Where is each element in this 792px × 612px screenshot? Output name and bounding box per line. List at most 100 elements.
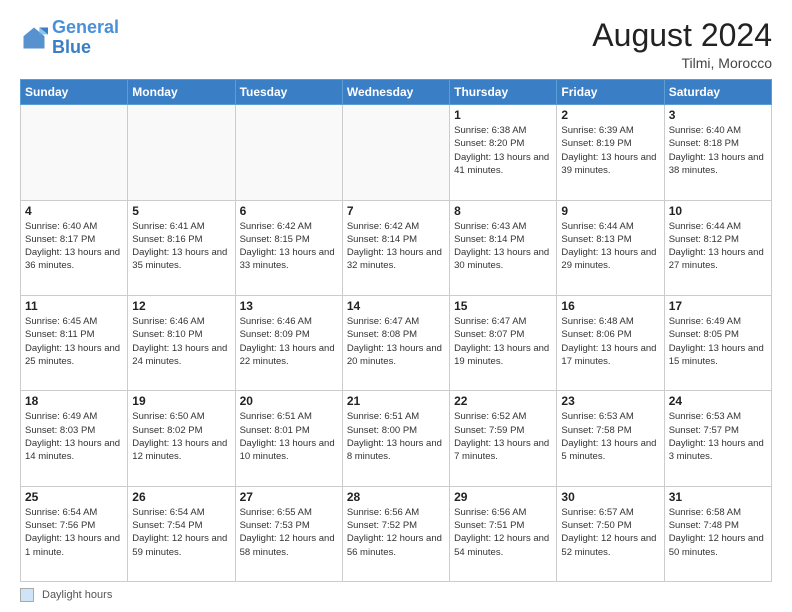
day-number: 2 [561, 108, 659, 122]
day-cell: 7 Sunrise: 6:42 AM Sunset: 8:14 PM Daylig… [342, 200, 449, 295]
logo-icon [20, 24, 48, 52]
day-info: Sunrise: 6:38 AM Sunset: 8:20 PM Dayligh… [454, 124, 552, 177]
day-info: Sunrise: 6:43 AM Sunset: 8:14 PM Dayligh… [454, 220, 552, 273]
day-number: 19 [132, 394, 230, 408]
day-cell: 1Sunrise: 6:38 AM Sunset: 8:20 PM Daylig… [450, 105, 557, 200]
day-cell: 11 Sunrise: 6:45 AM Sunset: 8:11 PM Dayli… [21, 295, 128, 390]
day-number: 28 [347, 490, 445, 504]
day-info: Sunrise: 6:52 AM Sunset: 7:59 PM Dayligh… [454, 410, 552, 463]
day-number: 16 [561, 299, 659, 313]
day-cell: 15 Sunrise: 6:47 AM Sunset: 8:07 PM Dayli… [450, 295, 557, 390]
day-cell: 13 Sunrise: 6:46 AM Sunset: 8:09 PM Dayli… [235, 295, 342, 390]
day-cell: 14 Sunrise: 6:47 AM Sunset: 8:08 PM Dayli… [342, 295, 449, 390]
day-info: Sunrise: 6:58 AM Sunset: 7:48 PM Dayligh… [669, 506, 767, 559]
day-number: 3 [669, 108, 767, 122]
location: Tilmi, Morocco [592, 55, 772, 71]
day-number: 29 [454, 490, 552, 504]
legend-label: Daylight hours [42, 589, 112, 601]
day-cell: 18Sunrise: 6:49 AM Sunset: 8:03 PM Dayli… [21, 391, 128, 486]
day-info: Sunrise: 6:54 AM Sunset: 7:54 PM Dayligh… [132, 506, 230, 559]
week-row-2: 4 Sunrise: 6:40 AM Sunset: 8:17 PM Daylig… [21, 200, 772, 295]
day-info: Sunrise: 6:50 AM Sunset: 8:02 PM Dayligh… [132, 410, 230, 463]
day-info: Sunrise: 6:47 AM Sunset: 8:07 PM Dayligh… [454, 315, 552, 368]
calendar: SundayMondayTuesdayWednesdayThursdayFrid… [20, 79, 772, 582]
day-number: 15 [454, 299, 552, 313]
col-header-sunday: Sunday [21, 80, 128, 105]
day-cell: 4 Sunrise: 6:40 AM Sunset: 8:17 PM Daylig… [21, 200, 128, 295]
week-row-1: 1Sunrise: 6:38 AM Sunset: 8:20 PM Daylig… [21, 105, 772, 200]
day-cell: 6Sunrise: 6:42 AM Sunset: 8:15 PM Daylig… [235, 200, 342, 295]
day-info: Sunrise: 6:54 AM Sunset: 7:56 PM Dayligh… [25, 506, 123, 559]
day-info: Sunrise: 6:57 AM Sunset: 7:50 PM Dayligh… [561, 506, 659, 559]
week-row-3: 11 Sunrise: 6:45 AM Sunset: 8:11 PM Dayli… [21, 295, 772, 390]
day-info: Sunrise: 6:40 AM Sunset: 8:18 PM Dayligh… [669, 124, 767, 177]
day-info: Sunrise: 6:42 AM Sunset: 8:15 PM Dayligh… [240, 220, 338, 273]
day-number: 22 [454, 394, 552, 408]
col-header-monday: Monday [128, 80, 235, 105]
month-year: August 2024 [592, 18, 772, 53]
day-cell: 21Sunrise: 6:51 AM Sunset: 8:00 PM Dayli… [342, 391, 449, 486]
day-cell: 8 Sunrise: 6:43 AM Sunset: 8:14 PM Daylig… [450, 200, 557, 295]
day-cell: 9 Sunrise: 6:44 AM Sunset: 8:13 PM Daylig… [557, 200, 664, 295]
header-row: SundayMondayTuesdayWednesdayThursdayFrid… [21, 80, 772, 105]
day-cell [235, 105, 342, 200]
legend-box [20, 588, 34, 602]
day-number: 31 [669, 490, 767, 504]
day-info: Sunrise: 6:42 AM Sunset: 8:14 PM Dayligh… [347, 220, 445, 273]
day-number: 21 [347, 394, 445, 408]
day-info: Sunrise: 6:56 AM Sunset: 7:51 PM Dayligh… [454, 506, 552, 559]
day-number: 13 [240, 299, 338, 313]
day-cell: 26Sunrise: 6:54 AM Sunset: 7:54 PM Dayli… [128, 486, 235, 581]
day-info: Sunrise: 6:53 AM Sunset: 7:58 PM Dayligh… [561, 410, 659, 463]
day-cell [128, 105, 235, 200]
header: General Blue August 2024 Tilmi, Morocco [20, 18, 772, 71]
day-cell: 3 Sunrise: 6:40 AM Sunset: 8:18 PM Daylig… [664, 105, 771, 200]
day-number: 14 [347, 299, 445, 313]
day-cell: 31 Sunrise: 6:58 AM Sunset: 7:48 PM Dayli… [664, 486, 771, 581]
day-info: Sunrise: 6:39 AM Sunset: 8:19 PM Dayligh… [561, 124, 659, 177]
day-info: Sunrise: 6:51 AM Sunset: 8:01 PM Dayligh… [240, 410, 338, 463]
day-cell: 16Sunrise: 6:48 AM Sunset: 8:06 PM Dayli… [557, 295, 664, 390]
day-info: Sunrise: 6:44 AM Sunset: 8:13 PM Dayligh… [561, 220, 659, 273]
day-number: 10 [669, 204, 767, 218]
day-number: 9 [561, 204, 659, 218]
week-row-4: 18Sunrise: 6:49 AM Sunset: 8:03 PM Dayli… [21, 391, 772, 486]
day-info: Sunrise: 6:45 AM Sunset: 8:11 PM Dayligh… [25, 315, 123, 368]
day-info: Sunrise: 6:44 AM Sunset: 8:12 PM Dayligh… [669, 220, 767, 273]
day-number: 17 [669, 299, 767, 313]
legend: Daylight hours [20, 588, 772, 602]
day-number: 11 [25, 299, 123, 313]
day-cell: 2 Sunrise: 6:39 AM Sunset: 8:19 PM Daylig… [557, 105, 664, 200]
day-cell: 24Sunrise: 6:53 AM Sunset: 7:57 PM Dayli… [664, 391, 771, 486]
col-header-tuesday: Tuesday [235, 80, 342, 105]
day-number: 30 [561, 490, 659, 504]
calendar-table: SundayMondayTuesdayWednesdayThursdayFrid… [20, 79, 772, 582]
day-cell: 30 Sunrise: 6:57 AM Sunset: 7:50 PM Dayli… [557, 486, 664, 581]
week-row-5: 25 Sunrise: 6:54 AM Sunset: 7:56 PM Dayli… [21, 486, 772, 581]
day-cell: 22 Sunrise: 6:52 AM Sunset: 7:59 PM Dayli… [450, 391, 557, 486]
day-info: Sunrise: 6:46 AM Sunset: 8:09 PM Dayligh… [240, 315, 338, 368]
day-number: 18 [25, 394, 123, 408]
day-number: 5 [132, 204, 230, 218]
day-cell: 28Sunrise: 6:56 AM Sunset: 7:52 PM Dayli… [342, 486, 449, 581]
col-header-saturday: Saturday [664, 80, 771, 105]
day-info: Sunrise: 6:49 AM Sunset: 8:05 PM Dayligh… [669, 315, 767, 368]
day-cell: 19 Sunrise: 6:50 AM Sunset: 8:02 PM Dayli… [128, 391, 235, 486]
day-info: Sunrise: 6:47 AM Sunset: 8:08 PM Dayligh… [347, 315, 445, 368]
day-number: 7 [347, 204, 445, 218]
day-info: Sunrise: 6:40 AM Sunset: 8:17 PM Dayligh… [25, 220, 123, 273]
day-cell: 27Sunrise: 6:55 AM Sunset: 7:53 PM Dayli… [235, 486, 342, 581]
logo: General Blue [20, 18, 119, 58]
col-header-wednesday: Wednesday [342, 80, 449, 105]
page: General Blue August 2024 Tilmi, Morocco … [0, 0, 792, 612]
day-cell [21, 105, 128, 200]
day-info: Sunrise: 6:55 AM Sunset: 7:53 PM Dayligh… [240, 506, 338, 559]
col-header-thursday: Thursday [450, 80, 557, 105]
day-cell: 23Sunrise: 6:53 AM Sunset: 7:58 PM Dayli… [557, 391, 664, 486]
day-number: 4 [25, 204, 123, 218]
day-cell: 29 Sunrise: 6:56 AM Sunset: 7:51 PM Dayli… [450, 486, 557, 581]
day-number: 25 [25, 490, 123, 504]
day-info: Sunrise: 6:41 AM Sunset: 8:16 PM Dayligh… [132, 220, 230, 273]
day-cell: 17 Sunrise: 6:49 AM Sunset: 8:05 PM Dayli… [664, 295, 771, 390]
day-number: 8 [454, 204, 552, 218]
